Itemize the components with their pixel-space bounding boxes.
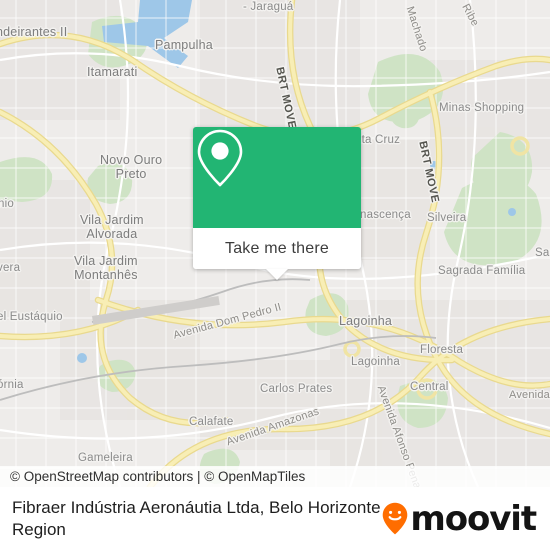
map-canvas[interactable]: ndeirantes II Pampulha Itamarati - Jaraguá M…: [0, 0, 550, 487]
moovit-logo[interactable]: moovit: [382, 498, 537, 539]
callout-pointer: [266, 269, 288, 280]
location-callout-card[interactable]: Take me there: [193, 127, 361, 280]
take-me-there-button[interactable]: Take me there: [193, 228, 361, 269]
attribution-text: © OpenStreetMap contributors | © OpenMap…: [10, 469, 306, 484]
moovit-map-screen: ndeirantes II Pampulha Itamarati - Jaraguá M…: [0, 0, 550, 550]
map-pin-icon: [197, 129, 243, 187]
callout-card-header: [193, 127, 361, 228]
footer-bar: Fibraer Indústria Aeronáutia Ltda, Belo …: [0, 487, 550, 550]
location-title: Fibraer Indústria Aeronáutia Ltda, Belo …: [12, 497, 381, 539]
map-attribution[interactable]: © OpenStreetMap contributors | © OpenMap…: [0, 466, 550, 487]
moovit-smile-pin-icon: [383, 502, 408, 535]
moovit-wordmark: moovit: [410, 498, 537, 539]
